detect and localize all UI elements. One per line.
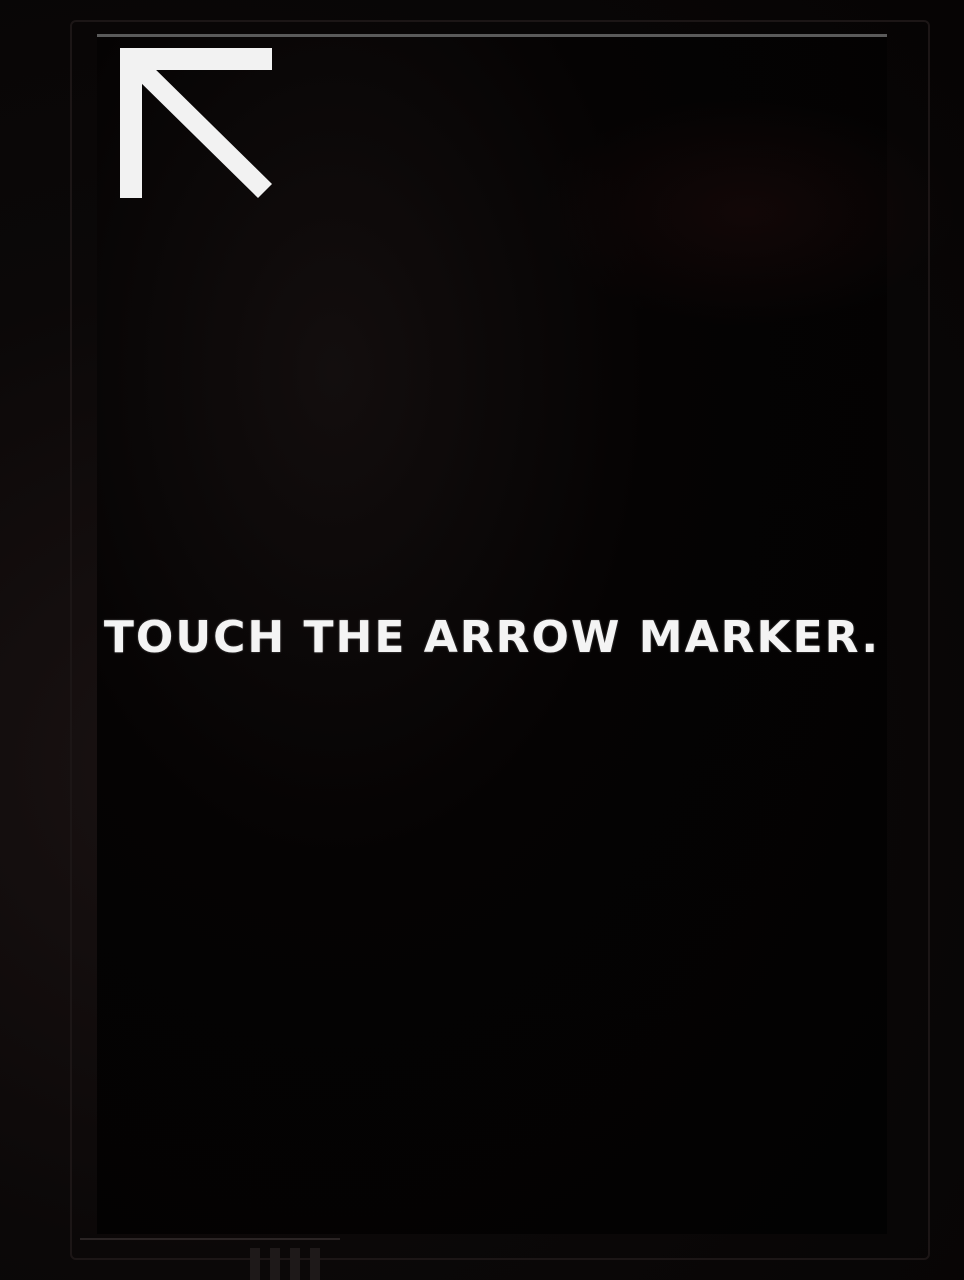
flex-connector [80, 1238, 340, 1280]
connector-pin [290, 1248, 300, 1280]
device-frame: TOUCH THE ARROW MARKER. [0, 0, 964, 1280]
connector-pin [270, 1248, 280, 1280]
arrow-up-left-icon[interactable] [120, 48, 276, 200]
calibration-instruction: TOUCH THE ARROW MARKER. [103, 612, 881, 663]
connector-pin [310, 1248, 320, 1280]
connector-pin [250, 1248, 260, 1280]
